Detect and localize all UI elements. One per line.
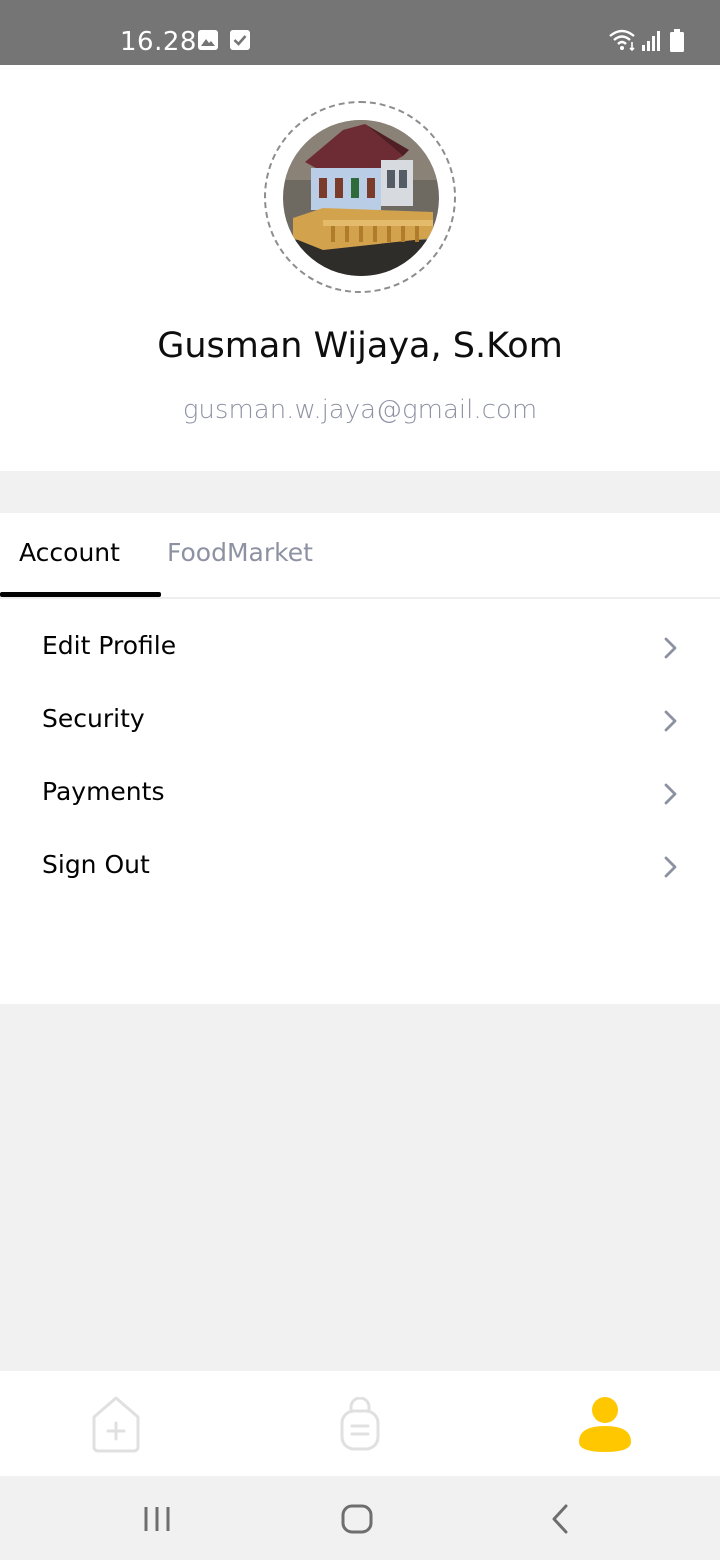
menu-item-label: Edit Profile	[42, 631, 177, 660]
wifi-icon	[608, 28, 638, 56]
menu-item-edit-profile[interactable]: Edit Profile	[0, 614, 720, 680]
status-bar: 16.28	[0, 0, 720, 65]
bottom-nav	[0, 1371, 720, 1476]
orders-bag-icon[interactable]	[338, 1396, 382, 1457]
chevron-right-icon	[660, 855, 680, 883]
system-nav-bar	[0, 1476, 720, 1560]
home-icon[interactable]	[90, 1395, 142, 1457]
battery-icon	[669, 29, 685, 57]
chevron-right-icon	[660, 782, 680, 810]
task-check-icon	[230, 30, 250, 54]
profile-email: gusman.w.jaya@gmail.com	[182, 395, 538, 425]
profile-name: Gusman Wijaya, S.Kom	[157, 326, 563, 366]
menu-item-security[interactable]: Security	[0, 687, 720, 753]
recent-apps-icon[interactable]	[142, 1506, 172, 1536]
chevron-right-icon	[660, 709, 680, 737]
gallery-icon	[198, 30, 218, 54]
tab-account[interactable]: Account	[19, 535, 120, 571]
chevron-right-icon	[660, 636, 680, 664]
avatar[interactable]	[283, 120, 439, 276]
account-panel: Account FoodMarket Edit Profile Security…	[0, 513, 720, 1004]
menu-item-label: Sign Out	[42, 850, 150, 879]
tab-foodmarket[interactable]: FoodMarket	[167, 535, 313, 571]
avatar-frame	[264, 101, 456, 293]
active-tab-indicator	[0, 592, 161, 597]
menu-item-label: Security	[42, 704, 145, 733]
profile-icon[interactable]	[577, 1396, 633, 1458]
back-icon[interactable]	[549, 1504, 571, 1538]
signal-icon	[641, 30, 661, 56]
home-button-icon[interactable]	[341, 1504, 373, 1538]
menu-item-payments[interactable]: Payments	[0, 760, 720, 826]
tab-bar: Account FoodMarket	[0, 513, 720, 599]
menu-item-label: Payments	[42, 777, 165, 806]
menu-item-sign-out[interactable]: Sign Out	[0, 833, 720, 899]
profile-header: Gusman Wijaya, S.Kom gusman.w.jaya@gmail…	[0, 65, 720, 471]
status-time: 16.28	[120, 27, 197, 57]
